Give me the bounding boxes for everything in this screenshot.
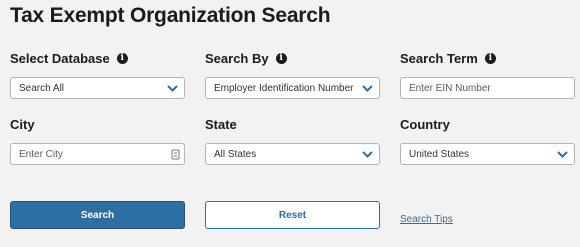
search-term-placeholder: Enter EIN Number bbox=[409, 82, 491, 94]
chevron-down-icon bbox=[360, 147, 374, 161]
info-icon[interactable]: i bbox=[275, 53, 287, 64]
search-term-label: Search Term i bbox=[400, 51, 496, 66]
search-button[interactable]: Search bbox=[10, 201, 185, 229]
page-title: Tax Exempt Organization Search bbox=[10, 4, 331, 27]
reset-button[interactable]: Reset bbox=[205, 201, 380, 229]
search-by-label: Search By i bbox=[205, 51, 287, 66]
chevron-down-icon bbox=[165, 81, 179, 95]
select-database-label-text: Select Database bbox=[10, 51, 110, 66]
state-label-text: State bbox=[205, 117, 237, 132]
info-icon[interactable]: i bbox=[116, 53, 128, 64]
state-label: State bbox=[205, 117, 237, 132]
info-icon[interactable]: i bbox=[484, 53, 496, 64]
select-database-label: Select Database i bbox=[10, 51, 128, 66]
search-tips-link[interactable]: Search Tips bbox=[400, 214, 453, 225]
city-label-text: City bbox=[10, 117, 35, 132]
state-select-value: All States bbox=[214, 148, 257, 160]
chevron-down-icon bbox=[360, 81, 374, 95]
search-by-select[interactable]: Employer Identification Number bbox=[205, 77, 380, 99]
city-placeholder: Enter City bbox=[19, 148, 63, 160]
country-label-text: Country bbox=[400, 117, 450, 132]
search-by-label-text: Search By bbox=[205, 51, 269, 66]
database-select-value: Search All bbox=[19, 82, 65, 94]
country-select-value: United States bbox=[409, 148, 470, 160]
city-label: City bbox=[10, 117, 35, 132]
search-by-select-value: Employer Identification Number bbox=[214, 82, 354, 94]
search-term-label-text: Search Term bbox=[400, 51, 478, 66]
database-select[interactable]: Search All bbox=[10, 77, 185, 99]
state-select[interactable]: All States bbox=[205, 143, 380, 165]
search-term-input[interactable]: Enter EIN Number bbox=[400, 77, 575, 99]
chevron-down-icon bbox=[555, 147, 569, 161]
country-select[interactable]: United States bbox=[400, 143, 575, 165]
country-label: Country bbox=[400, 117, 450, 132]
city-input[interactable]: Enter City bbox=[10, 143, 185, 165]
autofill-key-icon[interactable] bbox=[170, 148, 180, 160]
